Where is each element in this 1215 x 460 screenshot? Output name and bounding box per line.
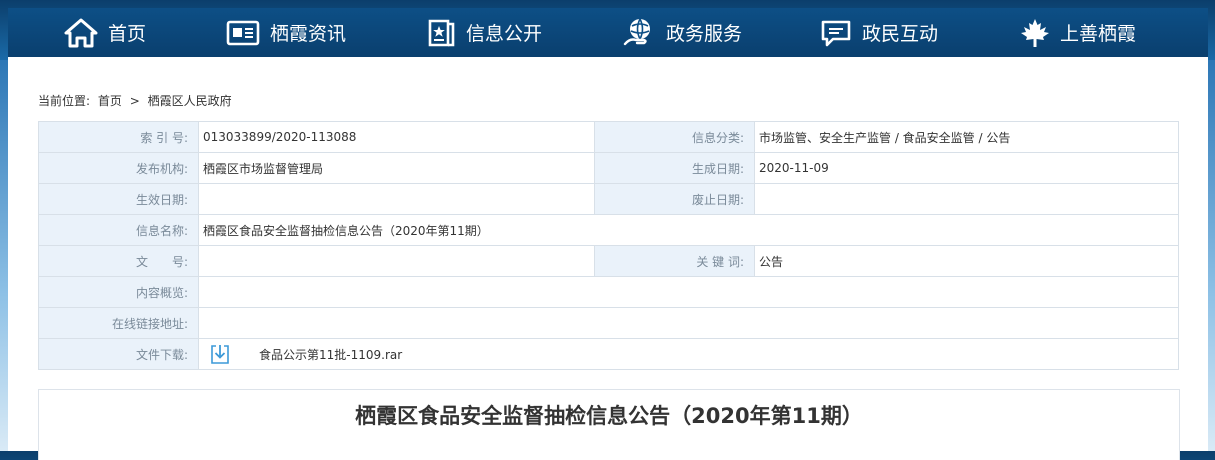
nav-item-news[interactable]: 栖霞资讯 — [226, 8, 346, 57]
table-row: 文 号: 关 键 词: 公告 — [38, 245, 1179, 277]
index-no-label: 索 引 号: — [38, 121, 199, 153]
category-label: 信息分类: — [594, 121, 755, 153]
news-icon — [226, 19, 260, 47]
online-link-value — [198, 307, 1179, 339]
nav-label-gov-service: 政务服务 — [666, 23, 743, 45]
created-label: 生成日期: — [594, 152, 755, 184]
nav-item-qixia[interactable]: 上善栖霞 — [1020, 8, 1136, 57]
expiry-label: 废止日期: — [594, 183, 755, 215]
top-nav: 首页 栖霞资讯 信息公开 政务服务 政民互动 上善栖霞 — [8, 8, 1208, 57]
summary-label: 内容概览: — [38, 276, 199, 308]
download-cell: 食品公示第11批-1109.rar — [198, 338, 1179, 370]
nav-label-info-public: 信息公开 — [466, 23, 543, 45]
breadcrumb-separator: > — [129, 94, 140, 108]
title-value: 栖霞区食品安全监督抽检信息公告（2020年第11期） — [198, 214, 1179, 246]
table-row: 索 引 号: 013033899/2020-113088 信息分类: 市场监管、… — [38, 121, 1179, 153]
article-title: 栖霞区食品安全监督抽检信息公告（2020年第11期） — [355, 404, 863, 428]
nav-item-interaction[interactable]: 政民互动 — [820, 8, 938, 57]
article-box: 栖霞区食品安全监督抽检信息公告（2020年第11期） — [38, 389, 1180, 460]
nav-label-news: 栖霞资讯 — [270, 23, 347, 45]
table-row: 内容概览: — [38, 276, 1179, 308]
table-row: 信息名称: 栖霞区食品安全监督抽检信息公告（2020年第11期） — [38, 214, 1179, 246]
breadcrumb-home-link[interactable]: 首页 — [98, 94, 122, 108]
nav-label-home: 首页 — [108, 23, 147, 45]
globe-hand-icon — [622, 16, 656, 50]
nav-item-home[interactable]: 首页 — [64, 8, 146, 57]
effective-value — [198, 183, 595, 215]
publisher-label: 发布机构: — [38, 152, 199, 184]
nav-label-qixia: 上善栖霞 — [1060, 23, 1137, 45]
breadcrumb: 当前位置: 首页 > 栖霞区人民政府 — [38, 92, 236, 109]
expiry-value — [754, 183, 1179, 215]
doc-no-label: 文 号: — [38, 245, 199, 277]
chat-icon — [820, 18, 852, 48]
download-icon[interactable] — [209, 343, 231, 365]
nav-label-interaction: 政民互动 — [862, 23, 939, 45]
download-label: 文件下载: — [38, 338, 199, 370]
table-row: 在线链接地址: — [38, 307, 1179, 339]
index-no-value: 013033899/2020-113088 — [198, 121, 595, 153]
publisher-value: 栖霞区市场监督管理局 — [198, 152, 595, 184]
created-value: 2020-11-09 — [754, 152, 1179, 184]
online-link-label: 在线链接地址: — [38, 307, 199, 339]
effective-label: 生效日期: — [38, 183, 199, 215]
home-icon — [64, 18, 98, 48]
content-panel: 当前位置: 首页 > 栖霞区人民政府 索 引 号: 013033899/2020… — [8, 57, 1208, 460]
table-row: 生效日期: 废止日期: — [38, 183, 1179, 215]
maple-leaf-icon — [1020, 18, 1050, 48]
keywords-label: 关 键 词: — [594, 245, 755, 277]
table-row: 发布机构: 栖霞区市场监督管理局 生成日期: 2020-11-09 — [38, 152, 1179, 184]
title-label: 信息名称: — [38, 214, 199, 246]
breadcrumb-prefix: 当前位置: — [38, 94, 91, 108]
badge-book-icon — [426, 18, 456, 48]
download-file-link[interactable]: 食品公示第11批-1109.rar — [259, 346, 402, 363]
summary-value — [198, 276, 1179, 308]
info-meta-table: 索 引 号: 013033899/2020-113088 信息分类: 市场监管、… — [38, 121, 1179, 370]
nav-item-info-public[interactable]: 信息公开 — [426, 8, 542, 57]
table-row: 文件下载: 食品公示第11批-1109.rar — [38, 338, 1179, 370]
breadcrumb-current[interactable]: 栖霞区人民政府 — [148, 94, 232, 108]
category-value: 市场监管、安全生产监管 / 食品安全监管 / 公告 — [754, 121, 1179, 153]
keywords-value: 公告 — [754, 245, 1179, 277]
doc-no-value — [198, 245, 595, 277]
nav-item-gov-service[interactable]: 政务服务 — [622, 8, 742, 57]
